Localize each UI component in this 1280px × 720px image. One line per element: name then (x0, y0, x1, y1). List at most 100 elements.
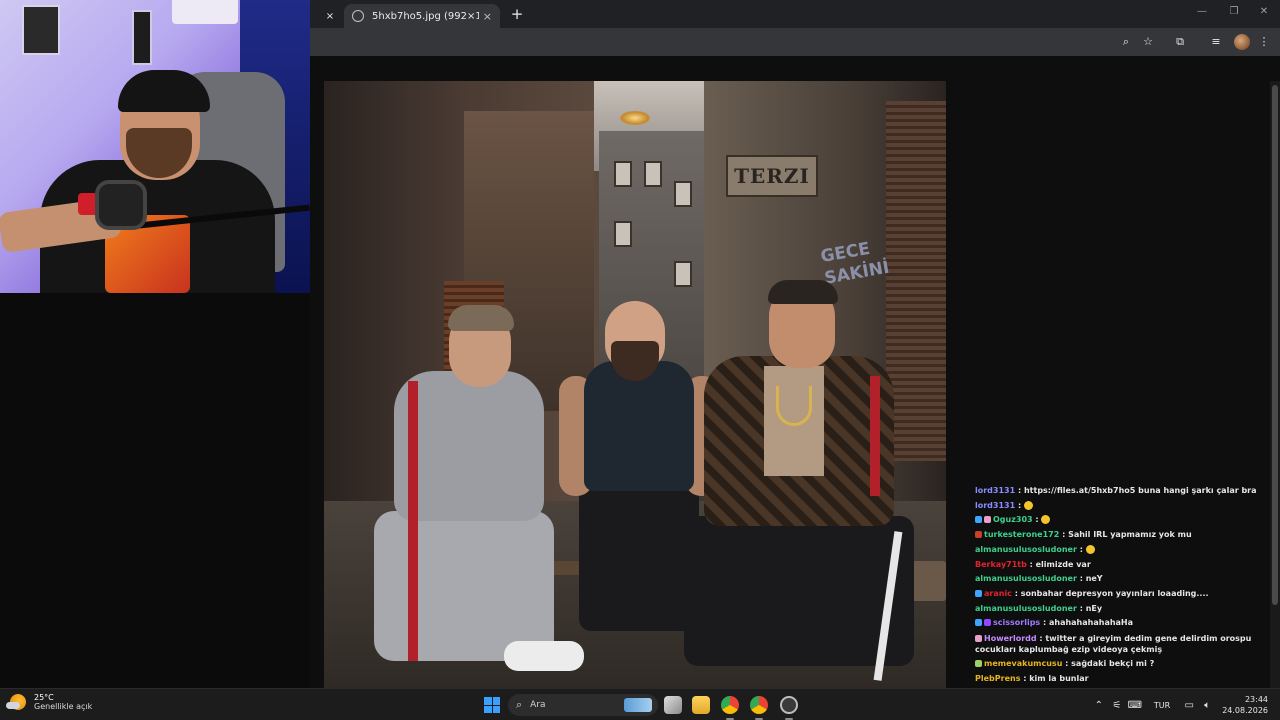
menu-icon[interactable]: ⋮ (1256, 34, 1272, 50)
prime-badge-icon (984, 619, 991, 627)
chat-username[interactable]: lord3131 (975, 501, 1015, 510)
network-icon[interactable]: ⚟ (1108, 700, 1126, 711)
chat-separator: : (1059, 530, 1069, 540)
chat-username[interactable]: Oguz303 (993, 515, 1033, 524)
chat-text: kim la bunlar (1029, 673, 1089, 683)
close-icon[interactable]: × (326, 11, 334, 22)
taskbar: 25°C Genellikle açık ⌕ Ara ⌃ ⚟ ⌨ TUR ▭ 🔈… (0, 688, 1280, 720)
search-box[interactable]: ⌕ Ara (508, 694, 658, 716)
stream-chat: lord3131 : https://files.at/5hxb7ho5 bun… (975, 484, 1265, 720)
media-icon[interactable]: ≡ (1208, 34, 1224, 50)
profile-avatar[interactable] (1234, 34, 1250, 50)
chat-separator: : (1076, 603, 1086, 613)
chat-message: PlebPrens : kim la bunlar (975, 672, 1265, 687)
chat-message: almanusulusosludoner : nEy (975, 602, 1265, 617)
building-window (644, 161, 662, 187)
chat-separator: : (1015, 486, 1024, 495)
chat-text: nEy (1085, 603, 1103, 613)
obs-icon[interactable] (780, 696, 798, 714)
pink-badge-icon (975, 635, 982, 643)
chat-message: almanusulusosludoner : (975, 543, 1265, 558)
building-window (674, 261, 692, 287)
chat-username[interactable]: almanusulusosludoner (975, 604, 1077, 613)
scrollbar[interactable] (1270, 81, 1280, 688)
browser-toolbar: ⌕ ☆ ⧉ ≡ ⋮ (310, 28, 1280, 56)
chat-separator: : (1076, 544, 1086, 554)
chat-username[interactable]: Berkay71tb (975, 560, 1027, 569)
viewed-photo[interactable]: TERZI GECE SAKİNİ (324, 81, 946, 688)
chat-message: Oguz303 : (975, 513, 1265, 528)
new-tab-button[interactable]: + (506, 4, 528, 24)
building-window (674, 181, 692, 207)
chat-separator: : (1020, 673, 1030, 683)
weather-widget[interactable]: 25°C Genellikle açık (6, 693, 93, 711)
chat-username[interactable]: aranic (984, 589, 1012, 598)
chrome-icon[interactable] (750, 696, 768, 714)
clock[interactable]: 23:44 24.08.2026 (1222, 694, 1268, 716)
chat-message: lord3131 : https://files.at/5hxb7ho5 bun… (975, 484, 1265, 499)
chat-text: sonbahar depresyon yayınları loaading...… (1020, 588, 1209, 598)
window-close-button[interactable]: ✕ (1252, 6, 1276, 17)
file-explorer-icon[interactable] (692, 696, 710, 714)
street-lamp (620, 111, 650, 125)
chat-text: ahahahahahahaHa (1048, 618, 1134, 628)
tab-close-button-left[interactable]: × (316, 4, 344, 28)
chat-username[interactable]: scissorlips (993, 618, 1040, 627)
language-indicator[interactable]: TUR (1154, 701, 1170, 710)
search-placeholder: Ara (530, 700, 546, 710)
chat-message: Howerlordd : twitter a gireyim dedim gen… (975, 631, 1265, 657)
chevron-up-icon[interactable]: ⌃ (1090, 700, 1108, 711)
chat-username[interactable]: almanusulusosludoner (975, 545, 1077, 554)
chat-message: lord3131 : (975, 499, 1265, 514)
task-view-icon[interactable] (664, 696, 682, 714)
partly-sunny-icon (6, 694, 26, 710)
man-right (684, 280, 924, 688)
star-icon[interactable]: ☆ (1140, 34, 1156, 50)
chat-text: elimizde var (1035, 559, 1091, 569)
wall-portrait (22, 5, 60, 55)
volume-icon[interactable]: 🔈︎ (1198, 700, 1216, 711)
weather-temp: 25°C (34, 693, 54, 702)
chat-separator: : (1076, 574, 1086, 584)
emote-icon (1041, 515, 1051, 525)
chat-message: almanusulusosludoner : neY (975, 572, 1265, 587)
scrollbar-thumb[interactable] (1272, 85, 1278, 605)
zoom-icon[interactable]: ⌕ (1118, 34, 1134, 50)
chat-text: sağdaki bekçi mi ? (1071, 659, 1155, 669)
weather-condition: Genellikle açık (34, 702, 93, 711)
chat-message: aranic : sonbahar depresyon yayınları lo… (975, 587, 1265, 602)
pink-badge-icon (984, 516, 991, 524)
search-highlight-image (624, 698, 652, 712)
chat-separator: : (1040, 618, 1049, 628)
webcam-overlay (0, 0, 310, 293)
chat-message: memevakumcusu : sağdaki bekçi mi ? (975, 657, 1265, 672)
chat-username[interactable]: memevakumcusu (984, 659, 1062, 668)
red-badge-icon (975, 531, 982, 539)
building-window (614, 161, 632, 187)
display-icon[interactable]: ▭ (1180, 700, 1198, 711)
chat-username[interactable]: PlebPrens (975, 674, 1020, 683)
chat-separator: : (1026, 559, 1036, 569)
keyboard-icon[interactable]: ⌨ (1126, 700, 1144, 711)
shop-sign: TERZI (726, 155, 818, 197)
chrome-icon[interactable] (721, 696, 739, 714)
tab-image[interactable]: 5hxb7ho5.jpg (992×1067) × (344, 4, 500, 28)
start-icon[interactable] (484, 697, 500, 713)
chat-text: neY (1085, 574, 1103, 584)
chat-message: turkesterone172 : Sahil IRL yapmamız yok… (975, 528, 1265, 543)
chat-username[interactable]: lord3131 (975, 486, 1015, 495)
tab-close-icon[interactable]: × (483, 10, 492, 23)
blue-badge-icon (975, 589, 982, 597)
chat-username[interactable]: Howerlordd (984, 634, 1037, 643)
chat-separator: : (1032, 515, 1042, 525)
blue-badge-icon (975, 619, 982, 627)
desktop: × 5hxb7ho5.jpg (992×1067) × + — ❐ ✕ ⌕ ☆ … (0, 0, 1280, 720)
chat-username[interactable]: almanusulusosludoner (975, 574, 1077, 583)
minimize-button[interactable]: — (1190, 6, 1214, 17)
chat-username[interactable]: turkesterone172 (984, 530, 1059, 539)
wall-poster (132, 10, 152, 65)
extensions-icon[interactable]: ⧉ (1172, 34, 1188, 50)
chat-text: Sahil IRL yapmamız yok mu (1068, 530, 1192, 540)
restore-button[interactable]: ❐ (1222, 6, 1246, 17)
globe-icon (352, 10, 364, 22)
